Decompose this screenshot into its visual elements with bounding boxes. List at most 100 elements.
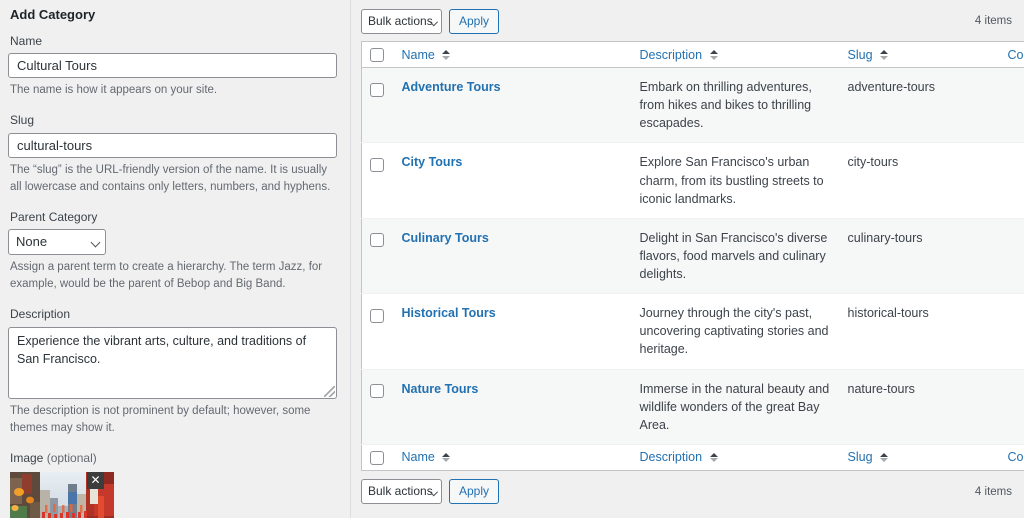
column-header-count-top[interactable]: Count	[999, 41, 1024, 68]
name-help-text: The name is how it appears on your site.	[10, 84, 218, 97]
select-all-footer-bottom	[361, 444, 394, 471]
category-name-link[interactable]: Nature Tours	[402, 382, 479, 396]
apply-button-bottom[interactable]: Apply	[449, 479, 500, 505]
row-description-cell: Journey through the city's past, uncover…	[639, 306, 829, 357]
parent-category-label: Parent Category	[10, 209, 98, 224]
name-input[interactable]	[8, 53, 337, 79]
items-count-bottom: 4 items	[974, 485, 1012, 498]
row-name-cell: Historical Tours	[394, 294, 632, 369]
parent-category-help-text: Assign a parent term to create a hierarc…	[10, 261, 323, 291]
parent-category-field-group: Parent Category None Assign a parent ter…	[8, 210, 338, 294]
bulk-actions-selected-value-top: Bulk actions	[368, 13, 433, 28]
image-field-group: Image (optional) ✕	[8, 451, 338, 518]
category-name-link[interactable]: Culinary Tours	[402, 231, 489, 245]
slug-label: Slug	[10, 113, 35, 128]
row-name-cell: City Tours	[394, 143, 632, 218]
bulk-actions-select-bottom[interactable]: Bulk actions	[361, 479, 442, 505]
row-count-cell: 0	[1000, 68, 1024, 143]
page-title: Add Category	[10, 7, 96, 22]
bulk-actions-select-top[interactable]: Bulk actions	[361, 8, 442, 34]
table-foot: Name Description Slug Count	[361, 444, 1024, 471]
row-description-cell: Immerse in the natural beauty and wildli…	[639, 381, 830, 432]
tablenav-bottom: Bulk actions Apply 4 items	[361, 477, 1014, 507]
bulk-actions-selected-value-bottom: Bulk actions	[368, 484, 433, 499]
sort-toggle-icon[interactable]	[709, 50, 718, 60]
column-header-name-bottom[interactable]: Name	[393, 444, 632, 471]
apply-button-top[interactable]: Apply	[449, 8, 500, 34]
page-root: Add Category Name The name is how it app…	[0, 0, 1024, 518]
column-header-slug-top[interactable]: Slug	[839, 41, 1000, 68]
row-select-cell	[362, 218, 394, 293]
categories-list-panel: Bulk actions Apply 4 items Name Descript…	[351, 0, 1024, 518]
slug-input[interactable]	[8, 132, 337, 158]
parent-category-selected-value: None	[8, 229, 106, 256]
row-description-cell: Delight in San Francisco's diverse flavo…	[639, 230, 828, 281]
column-header-name-label-bottom: Name	[401, 450, 435, 465]
name-label: Name	[10, 33, 43, 48]
table-body: Adventure Tours Embark on thrilling adve…	[361, 67, 1024, 445]
description-textarea-value: Experience the vibrant arts, culture, an…	[17, 334, 307, 366]
table-head: Name Description Slug Count	[361, 41, 1024, 68]
table-footer-row: Name Description Slug Count	[361, 444, 1024, 471]
remove-image-button[interactable]: ✕	[87, 471, 104, 489]
row-checkbox[interactable]	[370, 308, 384, 323]
row-name-cell: Adventure Tours	[394, 68, 632, 143]
sort-toggle-icon[interactable]	[442, 452, 451, 463]
row-slug-cell: adventure-tours	[847, 80, 936, 94]
category-name-link[interactable]: Adventure Tours	[402, 80, 501, 94]
add-category-form-panel: Add Category Name The name is how it app…	[0, 0, 351, 518]
sort-toggle-icon[interactable]	[880, 452, 889, 463]
description-field-group: Description Experience the vibrant arts,…	[8, 307, 338, 437]
tablenav-top: Bulk actions Apply 4 items	[361, 6, 1014, 36]
sort-toggle-icon[interactable]	[442, 50, 451, 60]
row-count-cell: 0	[1000, 218, 1024, 293]
row-checkbox[interactable]	[370, 158, 384, 173]
column-header-description-bottom[interactable]: Description	[631, 444, 840, 471]
sort-toggle-icon[interactable]	[709, 452, 718, 463]
column-header-name-label-top: Name	[401, 47, 435, 62]
row-description-cell: Embark on thrilling adventures, from hik…	[639, 80, 812, 131]
row-slug-cell: historical-tours	[847, 306, 929, 321]
row-count-cell: 0	[1000, 294, 1024, 369]
table-row: City Tours Explore San Francisco's urban…	[361, 143, 1024, 219]
parent-category-select[interactable]: None	[8, 229, 106, 256]
row-name-cell: Nature Tours	[394, 369, 632, 444]
row-name-cell: Culinary Tours	[394, 218, 632, 293]
table-row: Nature Tours Immerse in the natural beau…	[361, 369, 1024, 445]
category-name-link[interactable]: City Tours	[402, 155, 463, 169]
row-checkbox[interactable]	[370, 384, 384, 399]
resize-handle-icon[interactable]	[324, 386, 335, 398]
column-header-count-label-top: Count	[1007, 47, 1024, 62]
column-header-slug-label-bottom: Slug	[847, 450, 873, 465]
select-all-checkbox-top[interactable]	[370, 47, 384, 62]
description-label: Description	[10, 307, 71, 322]
row-slug-cell: city-tours	[847, 155, 899, 170]
select-all-checkbox-bottom[interactable]	[370, 450, 384, 465]
column-header-description-top[interactable]: Description	[631, 41, 840, 68]
slug-help-text: The “slug” is the URL-friendly version o…	[10, 163, 331, 193]
row-slug-cell: culinary-tours	[847, 230, 923, 245]
column-header-slug-bottom[interactable]: Slug	[839, 444, 1000, 471]
sort-toggle-icon[interactable]	[880, 50, 889, 60]
column-header-description-label-bottom: Description	[639, 450, 703, 465]
row-checkbox[interactable]	[370, 233, 384, 248]
row-select-cell	[362, 143, 394, 218]
image-label-text: Image	[10, 451, 44, 466]
table-row: Historical Tours Journey through the cit…	[361, 294, 1024, 369]
category-name-link[interactable]: Historical Tours	[402, 306, 496, 320]
column-header-count-bottom[interactable]: Count	[999, 444, 1024, 471]
category-image-thumbnail[interactable]: ✕	[10, 471, 114, 518]
image-optional-text: (optional)	[46, 451, 97, 466]
select-all-header-top	[361, 41, 394, 68]
row-slug-cell: nature-tours	[847, 381, 915, 396]
items-count-top: 4 items	[974, 15, 1012, 27]
column-header-name-top[interactable]: Name	[393, 41, 632, 68]
row-select-cell	[362, 294, 394, 369]
row-description-cell: Explore San Francisco's urban charm, fro…	[639, 155, 824, 206]
table-header-row: Name Description Slug Count	[361, 41, 1024, 68]
description-textarea[interactable]: Experience the vibrant arts, culture, an…	[8, 327, 337, 400]
description-help-text: The description is not prominent by defa…	[10, 405, 311, 435]
table-row: Culinary Tours Delight in San Francisco'…	[361, 218, 1024, 294]
row-checkbox[interactable]	[370, 82, 384, 97]
categories-table: Name Description Slug Count	[361, 41, 1024, 471]
